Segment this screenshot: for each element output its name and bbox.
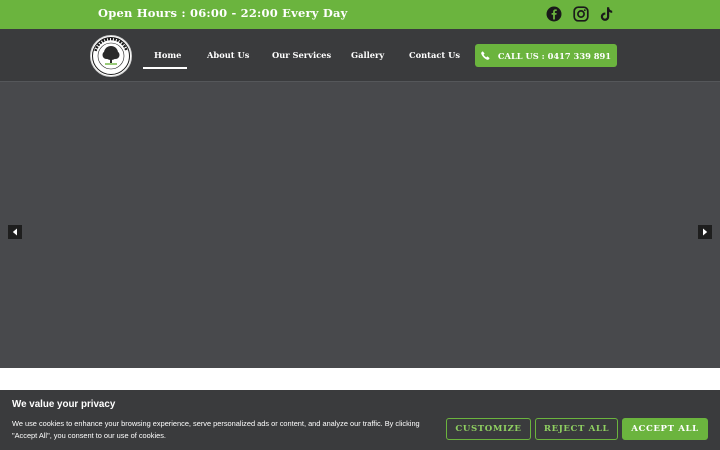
nav-contact-us[interactable]: Contact Us: [409, 50, 460, 60]
open-hours-text: Open Hours : 06:00 - 22:00 Every Day: [98, 6, 348, 20]
facebook-icon: [546, 6, 562, 22]
call-us-label: CALL US : 0417 339 891: [497, 50, 612, 61]
tiktok-icon: [600, 7, 613, 21]
cookie-title: We value your privacy: [12, 399, 116, 410]
nav-gallery[interactable]: Gallery: [351, 50, 384, 60]
slider-next-button[interactable]: [698, 225, 712, 239]
company-logo[interactable]: [90, 35, 132, 77]
hero-slider: [0, 82, 720, 368]
nav-about-us[interactable]: About Us: [207, 50, 249, 60]
nav-our-services[interactable]: Our Services: [272, 50, 331, 60]
nav-home[interactable]: Home: [154, 50, 181, 60]
caret-left-icon: [12, 228, 17, 236]
tree-logo-icon: [92, 37, 130, 75]
nav-active-indicator: [143, 67, 187, 69]
accept-all-button[interactable]: ACCEPT ALL: [622, 418, 708, 440]
instagram-icon: [573, 6, 589, 22]
tiktok-link[interactable]: [598, 5, 616, 23]
call-us-button[interactable]: CALL US : 0417 339 891: [475, 44, 617, 67]
cookie-description: We use cookies to enhance your browsing …: [12, 419, 420, 440]
customize-button[interactable]: CUSTOMIZE: [446, 418, 531, 440]
caret-right-icon: [703, 228, 708, 236]
facebook-link[interactable]: [545, 5, 563, 23]
reject-all-button[interactable]: REJECT ALL: [535, 418, 618, 440]
slider-prev-button[interactable]: [8, 225, 22, 239]
instagram-link[interactable]: [572, 5, 590, 23]
phone-icon: [481, 51, 490, 60]
